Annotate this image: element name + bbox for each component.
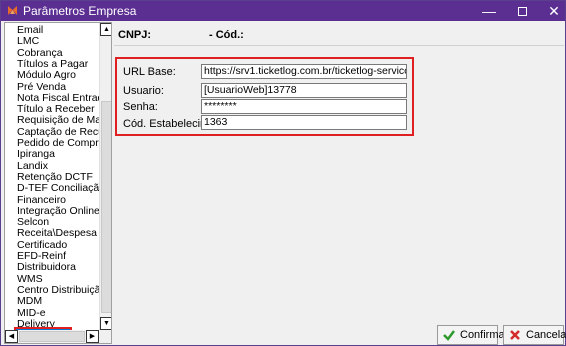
title-bar[interactable]: Parâmetros Empresa — ✕	[1, 1, 565, 21]
divider	[114, 45, 564, 46]
window: Parâmetros Empresa — ✕ Email LMC Cobrança T…	[0, 0, 566, 346]
usuario-label: Usuario:	[123, 85, 164, 97]
button-bar: Confirmar Cancelar	[114, 324, 566, 346]
senha-label: Senha:	[123, 101, 158, 113]
minimize-button[interactable]: —	[474, 1, 504, 21]
confirm-button[interactable]: Confirmar	[437, 325, 508, 345]
usuario-field[interactable]: [UsuarioWeb]13778	[201, 83, 407, 98]
check-icon	[443, 330, 455, 341]
sidebar-list[interactable]: Email LMC Cobrança Títulos a Pagar Módulo Ag…	[4, 22, 112, 344]
close-button[interactable]: ✕	[539, 1, 566, 21]
cancel-label: Cancelar	[526, 329, 566, 341]
confirm-label: Confirmar	[460, 329, 509, 341]
scroll-down-icon[interactable]: ▼	[100, 317, 111, 330]
vertical-scrollbar[interactable]: ▲ ▼	[99, 23, 111, 330]
cod-label: - Cód.:	[209, 29, 244, 41]
hscroll-thumb[interactable]	[19, 331, 85, 342]
maximize-icon	[517, 7, 527, 16]
ticketlog-config-group: URL Base: https://srv1.ticketlog.com.br/…	[115, 57, 414, 136]
url-field[interactable]: https://srv1.ticketlog.com.br/ticketlog-…	[201, 64, 407, 79]
cnpj-label: CNPJ:	[118, 29, 152, 41]
scroll-thumb[interactable]	[101, 101, 111, 313]
senha-field[interactable]: ********	[201, 99, 407, 114]
cancel-button[interactable]: Cancelar	[503, 325, 566, 345]
cod-estabelecimento-field[interactable]: 1363	[201, 115, 407, 130]
app-icon	[8, 6, 17, 15]
window-title: Parâmetros Empresa	[23, 4, 137, 18]
scroll-left-icon[interactable]: ◀	[5, 330, 18, 343]
horizontal-scrollbar[interactable]: ◀ ▶	[5, 330, 111, 343]
url-label: URL Base:	[123, 66, 176, 78]
scroll-right-icon[interactable]: ▶	[86, 330, 99, 343]
cancel-icon	[510, 330, 520, 340]
maximize-button[interactable]	[507, 1, 537, 21]
scroll-up-icon[interactable]: ▲	[100, 23, 111, 36]
